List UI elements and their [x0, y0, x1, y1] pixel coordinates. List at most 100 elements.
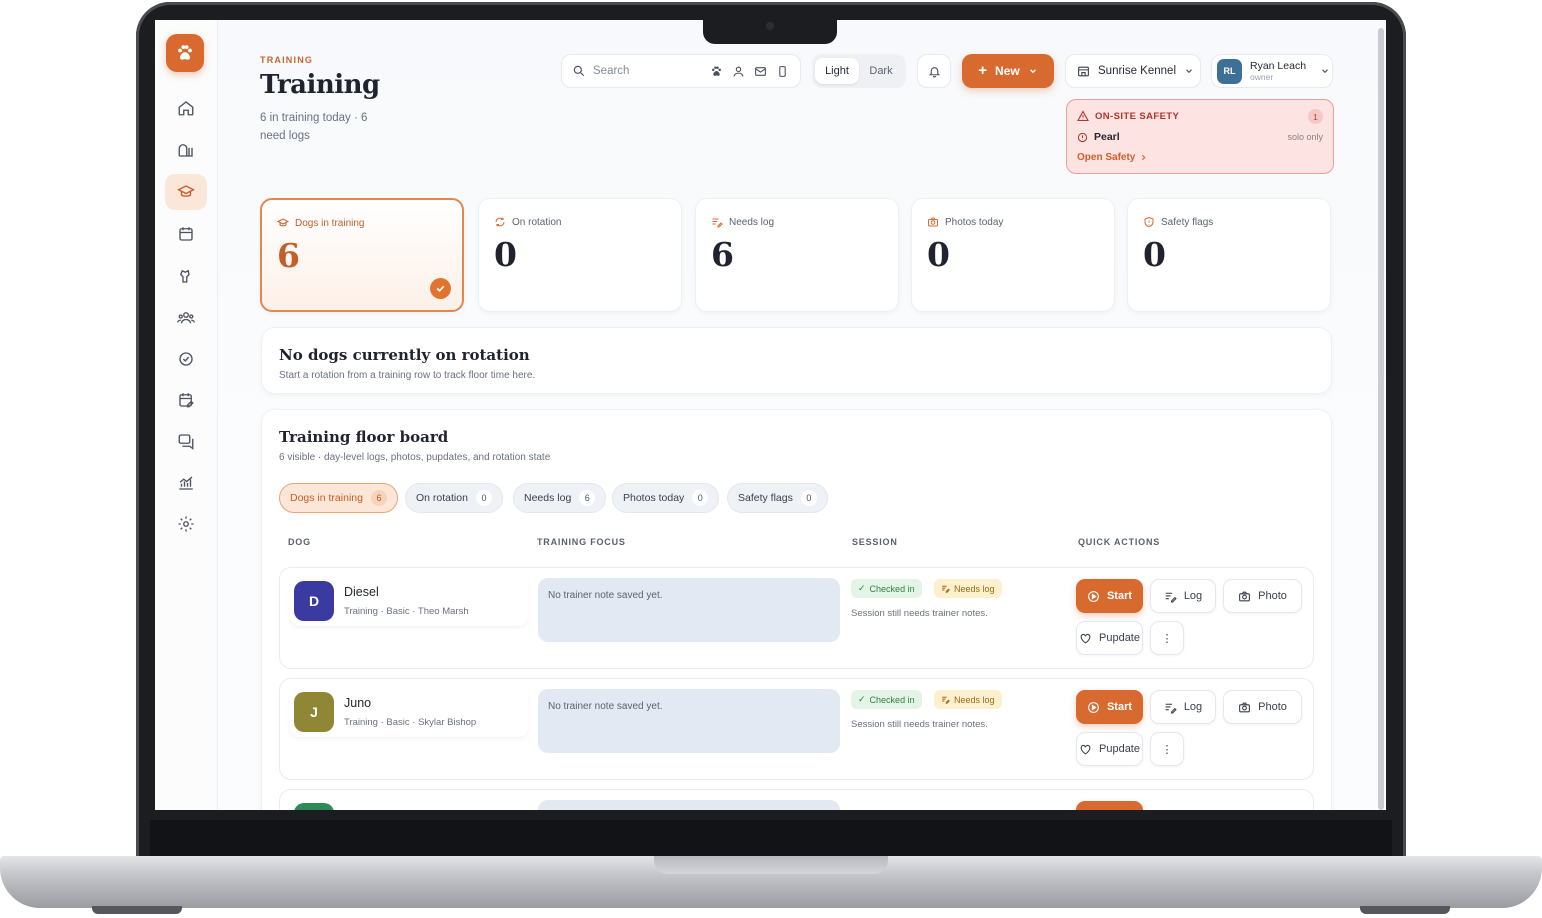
- sidebar: [155, 20, 218, 810]
- filter-chip-dogs-in-training[interactable]: Dogs in training 6: [279, 483, 398, 513]
- dog-meta: Training · Basic · Theo Marsh: [344, 606, 469, 617]
- session-note: Session still needs trainer notes.: [851, 608, 988, 619]
- app-screen: TRAINING Training 6 in training today · …: [155, 20, 1386, 810]
- page-title: Training: [260, 70, 380, 100]
- notifications-button[interactable]: [917, 54, 951, 88]
- needs-log-badge: Needs log: [934, 579, 1002, 598]
- search-icon: [573, 65, 585, 77]
- heart-icon: [1080, 633, 1091, 643]
- laptop-hinge-notch: [654, 856, 888, 874]
- dog-name: Juno: [344, 696, 372, 710]
- log-button[interactable]: Log: [1150, 690, 1216, 724]
- pupdate-button[interactable]: Pupdate: [1076, 732, 1143, 766]
- training-note-field[interactable]: [538, 800, 840, 810]
- stat-card-needs-log[interactable]: Needs log 6: [695, 198, 899, 312]
- log-edit-icon: [712, 218, 723, 228]
- more-options-button[interactable]: ⋮: [1150, 621, 1184, 655]
- warning-icon: [1077, 110, 1089, 122]
- dog-cell[interactable]: D Diesel Training · Basic · Theo Marsh: [290, 578, 528, 626]
- filter-chip-photos-today[interactable]: Photos today 0: [612, 483, 720, 513]
- checked-in-badge: ✓ Checked in: [851, 690, 922, 709]
- rotation-title: No dogs currently on rotation: [279, 346, 530, 364]
- sidebar-item-kennels[interactable]: [165, 132, 207, 168]
- sidebar-item-schedule[interactable]: [165, 382, 207, 418]
- filter-chip-safety-flags[interactable]: Safety flags 0: [727, 483, 828, 513]
- alert-circle-icon: [1077, 132, 1088, 142]
- stat-card-on-rotation[interactable]: On rotation 0: [478, 198, 682, 312]
- filter-chip-on-rotation[interactable]: On rotation 0: [405, 483, 503, 513]
- safety-count-badge: 1: [1308, 109, 1323, 124]
- rotation-subtitle: Start a rotation from a training row to …: [279, 370, 536, 381]
- bell-icon: [928, 66, 940, 77]
- training-note-field[interactable]: No trainer note saved yet.: [538, 689, 840, 753]
- sidebar-item-settings[interactable]: [165, 506, 207, 542]
- laptop-bezel: [150, 820, 1392, 858]
- paw-icon[interactable]: [710, 65, 723, 78]
- start-button[interactable]: Start: [1076, 579, 1143, 613]
- start-button[interactable]: [1076, 801, 1143, 810]
- sidebar-item-training[interactable]: [165, 174, 207, 210]
- log-button[interactable]: Log: [1150, 579, 1216, 613]
- sidebar-item-reports[interactable]: [165, 465, 207, 501]
- check-icon: [430, 278, 451, 299]
- user-menu[interactable]: RL Ryan Leach owner: [1211, 54, 1333, 88]
- filter-chip-needs-log[interactable]: Needs log 6: [513, 483, 607, 513]
- sidebar-item-calendar[interactable]: [165, 216, 207, 252]
- laptop-foot: [92, 906, 182, 914]
- column-header-dog: DOG: [288, 537, 311, 547]
- dog-cell[interactable]: J Juno Training · Basic · Skylar Bishop: [290, 689, 528, 737]
- new-button[interactable]: + New: [962, 54, 1054, 88]
- search-bar[interactable]: Search: [561, 54, 801, 88]
- onsite-safety-card: ON-SITE SAFETY 1 Pearl solo only Open Sa…: [1066, 99, 1334, 174]
- open-safety-link[interactable]: Open Safety: [1077, 152, 1148, 163]
- photo-button[interactable]: Photo: [1223, 690, 1302, 724]
- camera-icon: [1239, 702, 1251, 712]
- theme-dark-option[interactable]: Dark: [859, 58, 903, 84]
- stat-value: 6: [277, 236, 300, 275]
- graduation-cap-icon: [177, 185, 195, 197]
- chat-icon: [178, 434, 194, 450]
- graduation-cap-icon: [277, 218, 289, 227]
- chevron-right-icon: [1142, 154, 1146, 161]
- dog-avatar: D: [294, 581, 334, 621]
- table-row: D Diesel Training · Basic · Theo Marsh N…: [279, 567, 1314, 669]
- chevron-down-icon: [1029, 69, 1036, 74]
- stat-card-safety-flags[interactable]: Safety flags 0: [1127, 198, 1331, 312]
- shield-icon: [1144, 216, 1154, 228]
- sidebar-item-tasks[interactable]: [165, 341, 207, 377]
- person-icon[interactable]: [732, 65, 745, 78]
- start-button[interactable]: Start: [1076, 690, 1143, 724]
- training-note-field[interactable]: No trainer note saved yet.: [538, 578, 840, 642]
- stat-value: 6: [711, 235, 734, 274]
- search-input[interactable]: Search: [593, 65, 703, 77]
- more-options-button[interactable]: ⋮: [1150, 732, 1184, 766]
- home-icon: [178, 101, 194, 116]
- rotation-panel: No dogs currently on rotation Start a ro…: [261, 327, 1332, 394]
- new-button-label: New: [995, 64, 1020, 78]
- dog-icon: [179, 269, 190, 283]
- theme-light-option[interactable]: Light: [815, 58, 859, 84]
- sidebar-item-grooming[interactable]: [165, 258, 207, 294]
- pupdate-button[interactable]: Pupdate: [1076, 621, 1143, 655]
- paw-logo-icon[interactable]: [166, 34, 204, 72]
- theme-toggle[interactable]: Light Dark: [812, 54, 906, 88]
- board-subtitle: 6 visible · day-level logs, photos, pupd…: [279, 452, 551, 463]
- photo-button[interactable]: Photo: [1223, 579, 1302, 613]
- log-edit-icon: [942, 696, 950, 704]
- page-eyebrow: TRAINING: [260, 55, 314, 65]
- stat-card-dogs-in-training[interactable]: Dogs in training 6: [260, 198, 464, 312]
- safety-dog[interactable]: Pearl: [1077, 131, 1120, 143]
- kebab-menu-icon: ⋮: [1161, 743, 1173, 756]
- avatar: RL: [1217, 58, 1242, 84]
- mail-icon[interactable]: [754, 65, 767, 78]
- scrollbar[interactable]: [1378, 28, 1384, 810]
- sidebar-item-customers[interactable]: [165, 300, 207, 336]
- phone-icon[interactable]: [776, 65, 789, 78]
- check-icon: ✓: [858, 583, 866, 593]
- kennel-selector[interactable]: Sunrise Kennel: [1065, 54, 1201, 88]
- user-role: owner: [1250, 72, 1274, 82]
- log-edit-icon: [942, 585, 950, 593]
- stat-card-photos-today[interactable]: Photos today 0: [911, 198, 1115, 312]
- sidebar-item-home[interactable]: [165, 90, 207, 126]
- sidebar-item-messages[interactable]: [165, 423, 207, 459]
